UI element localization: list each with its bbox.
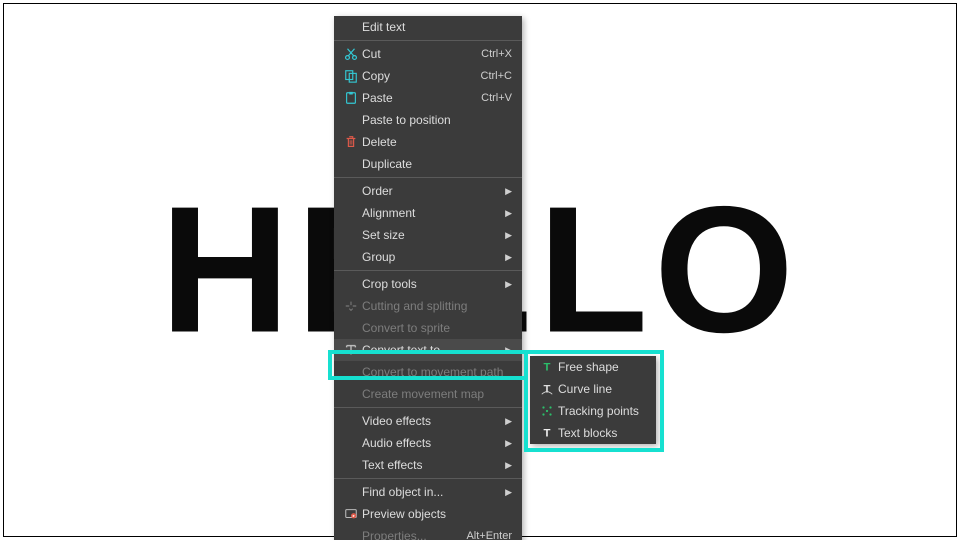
menu-item-label: Delete xyxy=(362,135,512,149)
context_menu-item[interactable]: CutCtrl+X xyxy=(334,43,522,65)
menu-separator xyxy=(334,478,522,479)
submenu-item[interactable]: T Text blocks xyxy=(530,422,656,444)
context_menu-item[interactable]: Video effects▶ xyxy=(334,410,522,432)
context_menu-item[interactable]: Edit text xyxy=(334,16,522,38)
menu-item-label: Properties... xyxy=(362,529,466,540)
submenu-arrow-icon: ▶ xyxy=(502,438,512,449)
context_menu-item: Create movement map xyxy=(334,383,522,405)
convert-text-submenu[interactable]: T Free shape T Curve line Tracking points T Te… xyxy=(530,356,656,444)
menu-shortcut: Ctrl+V xyxy=(481,92,512,104)
menu-item-label: Convert to sprite xyxy=(362,321,512,335)
context_menu-item[interactable]: Convert text to...▶ xyxy=(334,339,522,361)
submenu-arrow-icon: ▶ xyxy=(502,460,512,471)
trash-icon xyxy=(340,135,362,149)
menu-item-label: Free shape xyxy=(558,360,646,374)
free-shape-icon: T xyxy=(536,360,558,374)
svg-text:T: T xyxy=(544,428,551,440)
context_menu-item[interactable]: Order▶ xyxy=(334,180,522,202)
preview-icon xyxy=(340,507,362,521)
submenu-arrow-icon: ▶ xyxy=(502,416,512,427)
submenu-arrow-icon: ▶ xyxy=(502,487,512,498)
menu-item-label: Find object in... xyxy=(362,485,502,499)
context_menu-item: Properties...Alt+Enter xyxy=(334,525,522,540)
menu-item-label: Video effects xyxy=(362,414,502,428)
split-icon xyxy=(340,299,362,313)
submenu-item[interactable]: T Curve line xyxy=(530,378,656,400)
menu-item-label: Group xyxy=(362,250,502,264)
submenu-arrow-icon: ▶ xyxy=(502,208,512,219)
menu-shortcut: Alt+Enter xyxy=(466,530,512,540)
menu-item-label: Curve line xyxy=(558,382,646,396)
context_menu-item[interactable]: Preview objects xyxy=(334,503,522,525)
svg-text:T: T xyxy=(544,384,551,396)
paste-icon xyxy=(340,91,362,105)
menu-item-label: Text blocks xyxy=(558,426,646,440)
menu-item-label: Text effects xyxy=(362,458,502,472)
context_menu-item: Convert to movement path xyxy=(334,361,522,383)
context_menu-item[interactable]: Paste to position xyxy=(334,109,522,131)
menu-item-label: Preview objects xyxy=(362,507,512,521)
menu-item-label: Duplicate xyxy=(362,157,512,171)
context_menu-item: Cutting and splitting xyxy=(334,295,522,317)
menu-shortcut: Ctrl+C xyxy=(481,70,512,82)
menu-separator xyxy=(334,270,522,271)
menu-item-label: Cut xyxy=(362,47,481,61)
menu-item-label: Tracking points xyxy=(558,404,663,418)
text-icon xyxy=(340,343,362,357)
menu-separator xyxy=(334,177,522,178)
context-menu[interactable]: Edit textCutCtrl+XCopyCtrl+CPasteCtrl+VP… xyxy=(334,16,522,540)
menu-separator xyxy=(334,40,522,41)
menu-item-label: Cutting and splitting xyxy=(362,299,512,313)
svg-text:T: T xyxy=(544,362,551,374)
menu-item-label: Crop tools xyxy=(362,277,502,291)
menu-item-label: Alignment xyxy=(362,206,502,220)
menu-item-label: Create movement map xyxy=(362,387,512,401)
submenu-arrow-icon: ▶ xyxy=(502,279,512,290)
curve-line-icon: T xyxy=(536,382,558,396)
context_menu-item[interactable]: Duplicate xyxy=(334,153,522,175)
context_menu-item[interactable]: PasteCtrl+V xyxy=(334,87,522,109)
menu-separator xyxy=(334,407,522,408)
submenu-item[interactable]: T Free shape xyxy=(530,356,656,378)
menu-shortcut: Ctrl+X xyxy=(481,48,512,60)
menu-item-label: Edit text xyxy=(362,20,512,34)
tracking-icon xyxy=(536,404,558,418)
text-blocks-icon: T xyxy=(536,426,558,440)
cut-icon xyxy=(340,47,362,61)
menu-item-label: Convert to movement path xyxy=(362,365,527,379)
menu-item-label: Paste xyxy=(362,91,481,105)
context_menu-item[interactable]: Text effects▶ xyxy=(334,454,522,476)
context_menu-item[interactable]: Alignment▶ xyxy=(334,202,522,224)
submenu-item[interactable]: Tracking points xyxy=(530,400,656,422)
context_menu-item[interactable]: Find object in...▶ xyxy=(334,481,522,503)
menu-item-label: Audio effects xyxy=(362,436,502,450)
menu-item-label: Order xyxy=(362,184,502,198)
menu-item-label: Paste to position xyxy=(362,113,512,127)
context_menu-item[interactable]: Group▶ xyxy=(334,246,522,268)
submenu-arrow-icon: ▶ xyxy=(502,252,512,263)
submenu-arrow-icon: ▶ xyxy=(502,345,512,356)
menu-item-label: Set size xyxy=(362,228,502,242)
context_menu-item[interactable]: CopyCtrl+C xyxy=(334,65,522,87)
menu-item-label: Copy xyxy=(362,69,481,83)
submenu-arrow-icon: ▶ xyxy=(502,230,512,241)
submenu-arrow-icon: ▶ xyxy=(502,186,512,197)
context_menu-item[interactable]: Set size▶ xyxy=(334,224,522,246)
context_menu-item: Convert to sprite xyxy=(334,317,522,339)
context_menu-item[interactable]: Audio effects▶ xyxy=(334,432,522,454)
copy-icon xyxy=(340,69,362,83)
menu-item-label: Convert text to... xyxy=(362,343,502,357)
context_menu-item[interactable]: Delete xyxy=(334,131,522,153)
context_menu-item[interactable]: Crop tools▶ xyxy=(334,273,522,295)
